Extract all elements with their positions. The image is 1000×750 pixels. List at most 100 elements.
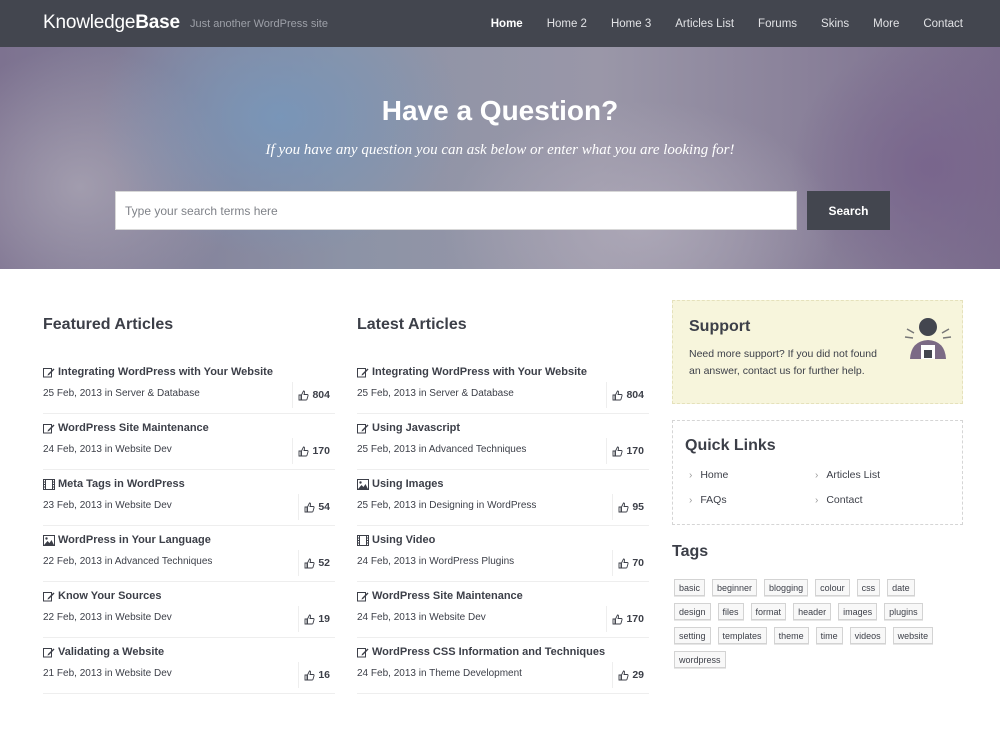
tag-header[interactable]: header <box>793 603 832 620</box>
thumbs-up-icon <box>612 614 623 625</box>
thumbs-up-icon <box>304 670 315 681</box>
article-title-link[interactable]: WordPress Site Maintenance <box>43 422 209 434</box>
nav-item-home[interactable]: Home <box>491 18 523 30</box>
thumbs-up-icon <box>618 670 629 681</box>
tag-colour[interactable]: colour <box>815 579 850 596</box>
article-date: 24 Feb, 2013 <box>43 444 102 455</box>
tag-cloud: basic beginner blogging colour css date design… <box>674 579 964 675</box>
tag-website[interactable]: website <box>892 627 934 644</box>
article-in: in <box>418 668 427 679</box>
article-category-link[interactable]: WordPress Plugins <box>429 556 514 567</box>
search-input[interactable] <box>115 191 797 230</box>
site-logo[interactable]: KnowledgeBase <box>43 12 180 34</box>
tag-theme[interactable]: theme <box>773 627 809 644</box>
article-category-link[interactable]: Theme Development <box>429 668 522 679</box>
tag-wordpress[interactable]: wordpress <box>674 651 726 668</box>
quick-link-home[interactable]: › Home <box>689 469 728 481</box>
article-title: WordPress in Your Language <box>58 534 211 546</box>
article-title-link[interactable]: Meta Tags in WordPress <box>43 478 185 490</box>
thumbs-up-icon <box>612 390 623 401</box>
article-likes: 95 <box>612 494 649 520</box>
tag-templates[interactable]: templates <box>717 627 767 644</box>
article-meta: 24 Feb, 2013 in Theme Development <box>357 668 522 679</box>
article-row: Meta Tags in WordPress 23 Feb, 2013 in We… <box>43 470 335 526</box>
article-title: WordPress Site Maintenance <box>58 422 209 434</box>
nav-item-skins[interactable]: Skins <box>821 18 849 30</box>
article-title-link[interactable]: WordPress CSS Information and Techniques <box>357 646 605 658</box>
nav-item-home-2[interactable]: Home 2 <box>547 18 587 30</box>
article-category-link[interactable]: Website Dev <box>429 612 486 623</box>
tag-format[interactable]: format <box>750 603 787 620</box>
tag-basic[interactable]: basic <box>674 579 706 596</box>
edit-icon <box>43 647 55 658</box>
tag-blogging[interactable]: blogging <box>764 579 809 596</box>
featured-articles: Featured Articles Integrating WordPress … <box>43 316 335 694</box>
article-meta: 21 Feb, 2013 in Website Dev <box>43 668 172 679</box>
article-category-link[interactable]: Server & Database <box>115 388 200 399</box>
search-button[interactable]: Search <box>807 191 890 230</box>
tag-date[interactable]: date <box>887 579 915 596</box>
article-date: 23 Feb, 2013 <box>43 500 102 511</box>
article-likes: 54 <box>298 494 335 520</box>
tag-images[interactable]: images <box>838 603 878 620</box>
article-date: 22 Feb, 2013 <box>43 556 102 567</box>
quick-link-articles-list[interactable]: › Articles List <box>815 469 880 481</box>
hero-title: Have a Question? <box>381 95 619 126</box>
article-title-link[interactable]: Using Video <box>357 534 435 546</box>
article-likes: 170 <box>606 438 649 464</box>
article-likes: 804 <box>606 382 649 408</box>
article-title-link[interactable]: Know Your Sources <box>43 590 162 602</box>
article-likes-count: 70 <box>632 557 644 569</box>
tag-beginner[interactable]: beginner <box>712 579 758 596</box>
article-row: WordPress Site Maintenance 24 Feb, 2013 i… <box>43 414 335 470</box>
nav-item-contact[interactable]: Contact <box>923 18 963 30</box>
article-likes: 170 <box>292 438 335 464</box>
article-category-link[interactable]: Server & Database <box>429 388 514 399</box>
article-title-link[interactable]: WordPress Site Maintenance <box>357 590 523 602</box>
tag-files[interactable]: files <box>717 603 744 620</box>
article-category-link[interactable]: Website Dev <box>115 500 172 511</box>
article-in: in <box>418 444 427 455</box>
tag-design[interactable]: design <box>674 603 711 620</box>
edit-icon <box>43 591 55 602</box>
article-title-link[interactable]: Using Javascript <box>357 422 460 434</box>
article-date: 24 Feb, 2013 <box>357 612 416 623</box>
article-title-link[interactable]: Integrating WordPress with Your Website <box>357 366 587 378</box>
article-in: in <box>104 612 113 623</box>
quick-link-label: Articles List <box>826 469 881 481</box>
latest-articles-title: Latest Articles <box>357 316 467 333</box>
quick-links-title: Quick Links <box>685 437 776 454</box>
article-title-link[interactable]: Using Images <box>357 478 444 490</box>
tag-css[interactable]: css <box>856 579 881 596</box>
article-category-link[interactable]: Designing in WordPress <box>429 500 536 511</box>
nav-item-more[interactable]: More <box>873 18 899 30</box>
film-icon <box>357 534 369 546</box>
article-title-link[interactable]: Validating a Website <box>43 646 164 658</box>
article-meta: 25 Feb, 2013 in Designing in WordPress <box>357 500 536 511</box>
article-row: Know Your Sources 22 Feb, 2013 in Website… <box>43 582 335 638</box>
edit-icon <box>357 367 369 378</box>
article-likes: 52 <box>298 550 335 576</box>
article-row: Using Video 24 Feb, 2013 in WordPress Plu… <box>357 526 649 582</box>
article-category-link[interactable]: Website Dev <box>115 444 172 455</box>
article-category-link[interactable]: Website Dev <box>115 612 172 623</box>
tag-setting[interactable]: setting <box>674 627 711 644</box>
tag-plugins[interactable]: plugins <box>884 603 923 620</box>
quick-link-faqs[interactable]: › FAQs <box>689 494 727 506</box>
nav-item-forums[interactable]: Forums <box>758 18 797 30</box>
article-meta: 25 Feb, 2013 in Server & Database <box>43 388 200 399</box>
article-category-link[interactable]: Advanced Techniques <box>115 556 213 567</box>
nav-item-articles-list[interactable]: Articles List <box>675 18 734 30</box>
image-icon <box>43 534 55 546</box>
article-category-link[interactable]: Website Dev <box>115 668 172 679</box>
article-category-link[interactable]: Advanced Techniques <box>429 444 527 455</box>
nav-item-home-3[interactable]: Home 3 <box>611 18 651 30</box>
article-title-link[interactable]: Integrating WordPress with Your Website <box>43 366 273 378</box>
article-date: 21 Feb, 2013 <box>43 668 102 679</box>
quick-link-contact[interactable]: › Contact <box>815 494 863 506</box>
tag-videos[interactable]: videos <box>849 627 886 644</box>
article-meta: 24 Feb, 2013 in Website Dev <box>357 612 486 623</box>
article-likes: 170 <box>606 606 649 632</box>
article-title-link[interactable]: WordPress in Your Language <box>43 534 211 546</box>
tag-time[interactable]: time <box>815 627 843 644</box>
